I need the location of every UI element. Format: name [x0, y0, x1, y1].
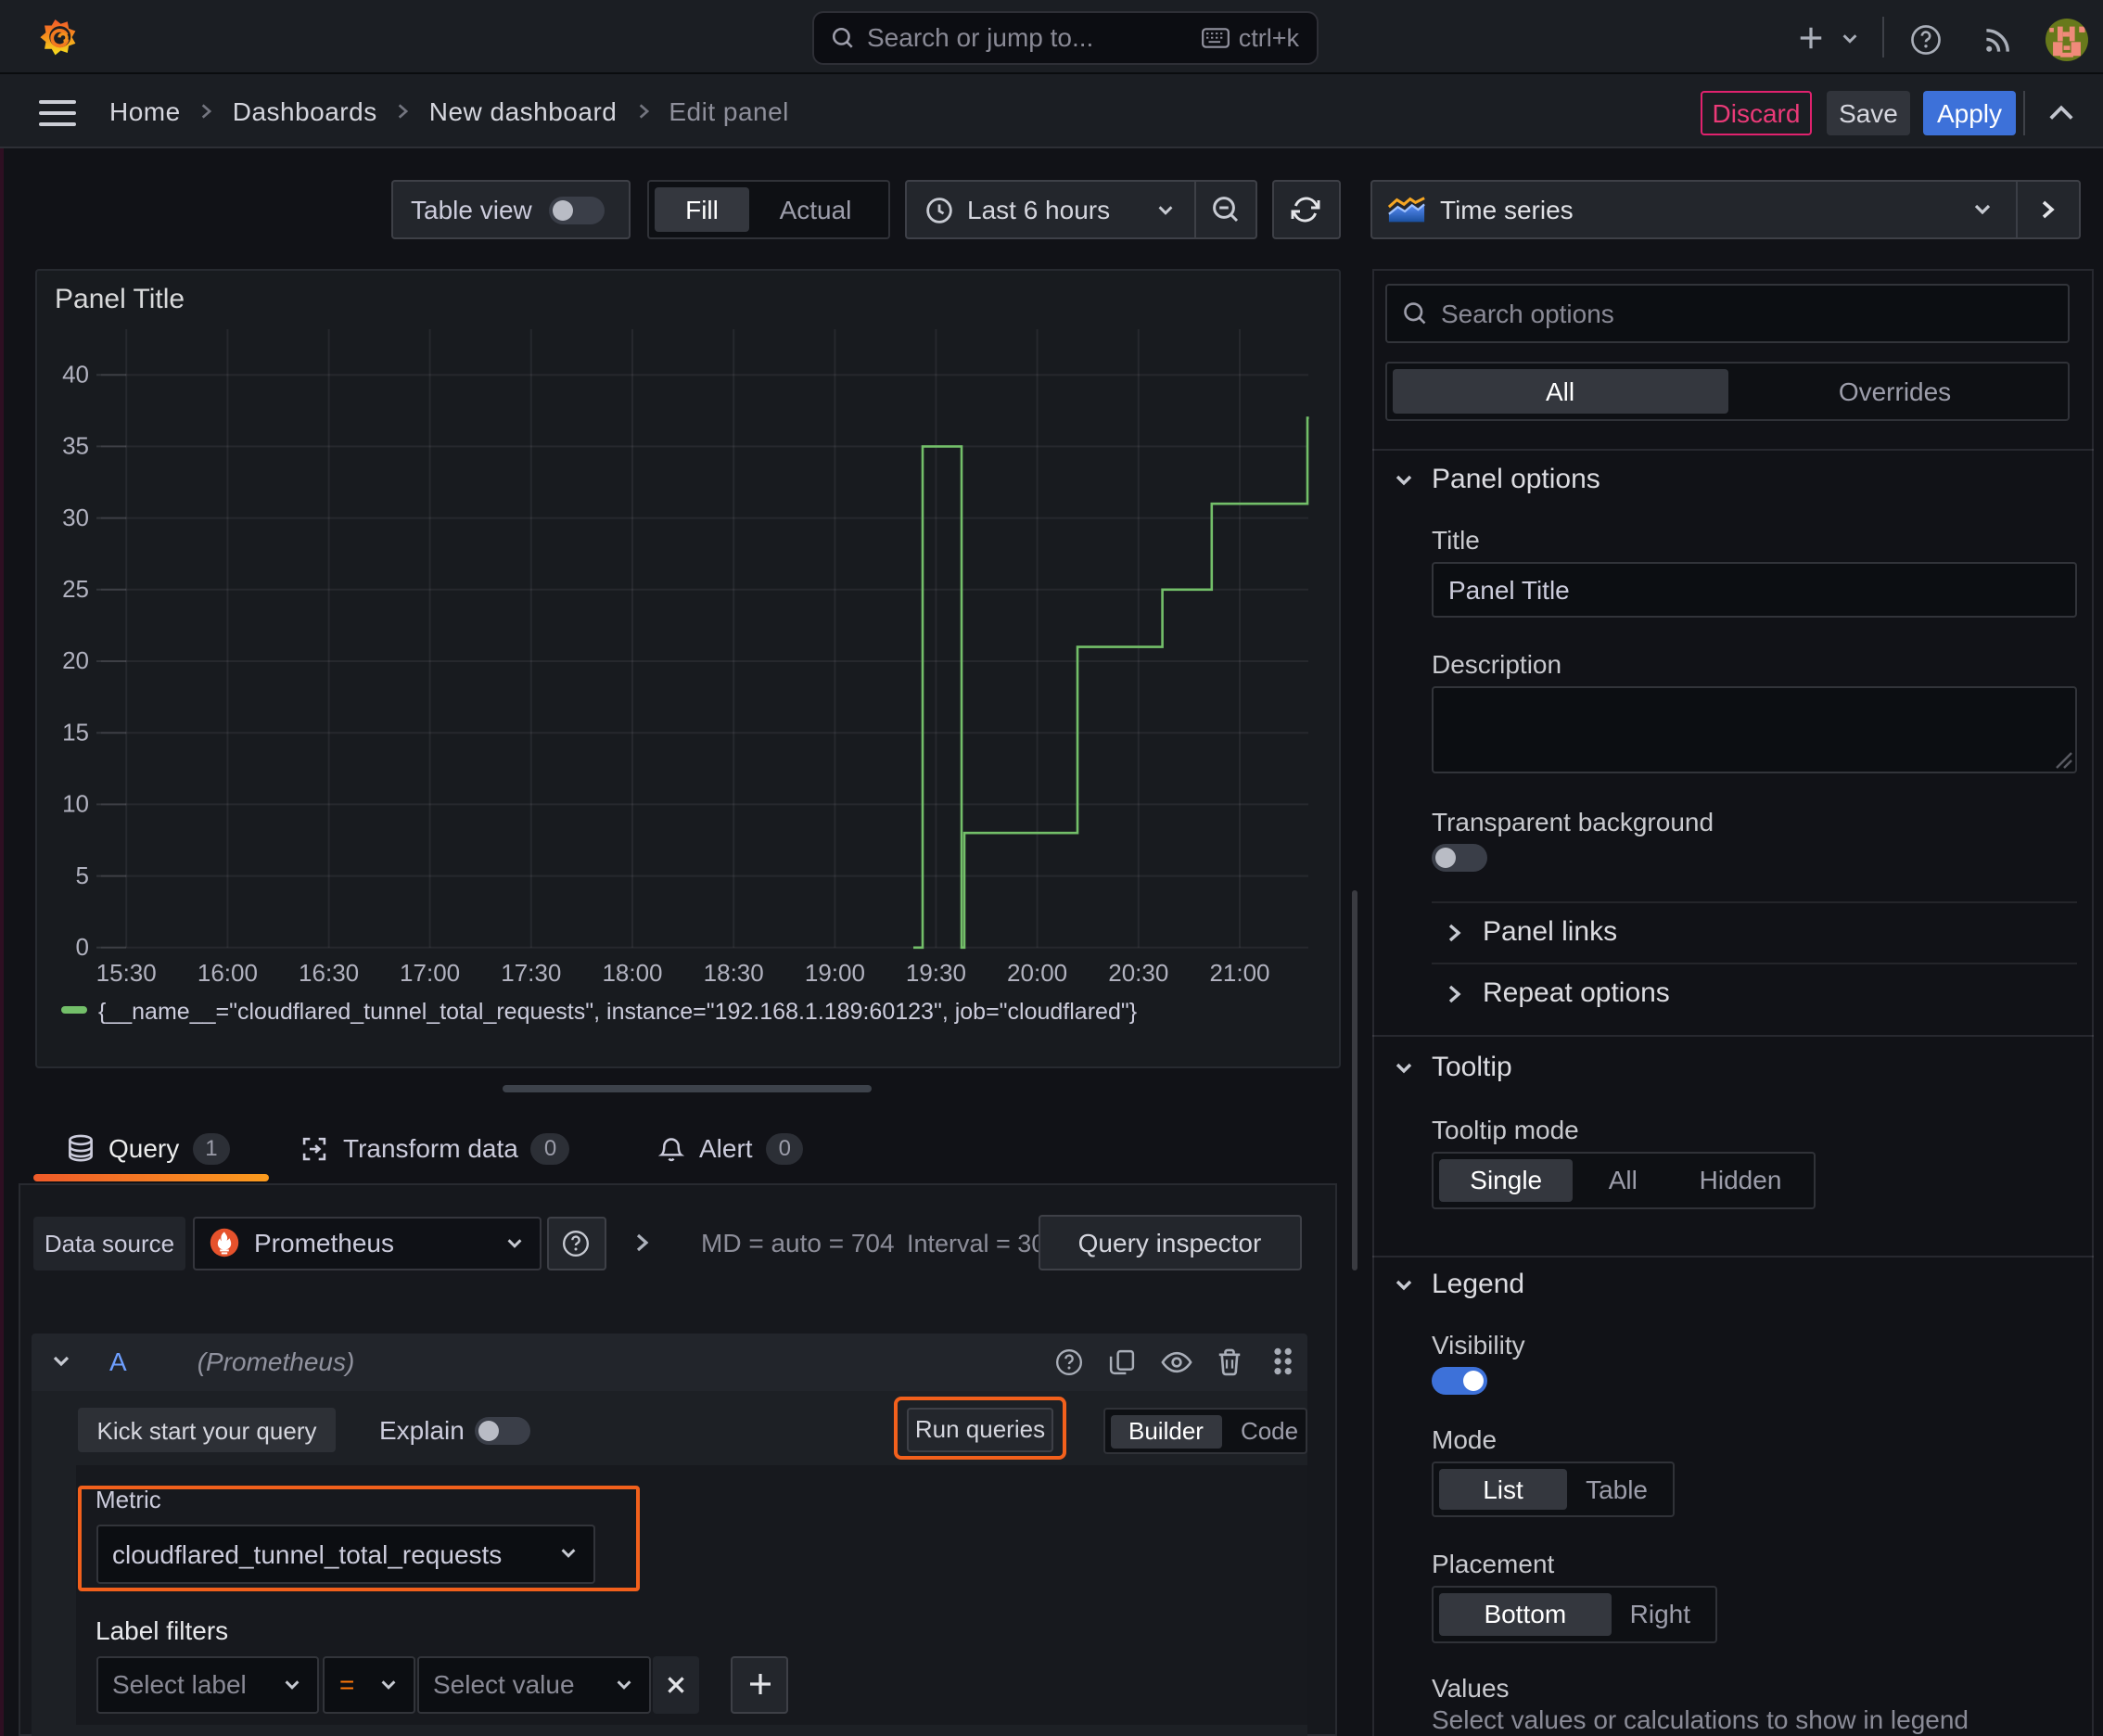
svg-text:20:00: 20:00 — [1006, 958, 1066, 986]
svg-text:17:30: 17:30 — [500, 958, 560, 986]
svg-text:16:00: 16:00 — [197, 958, 257, 986]
svg-text:0: 0 — [75, 932, 88, 960]
svg-text:20:30: 20:30 — [1107, 958, 1167, 986]
svg-text:5: 5 — [75, 861, 88, 888]
svg-text:16:30: 16:30 — [298, 958, 358, 986]
svg-text:15:30: 15:30 — [96, 958, 156, 986]
svg-text:40: 40 — [61, 359, 88, 387]
svg-text:{__name__="cloudflared_tunnel_: {__name__="cloudflared_tunnel_total_requ… — [97, 998, 1136, 1024]
svg-text:30: 30 — [61, 503, 88, 530]
svg-text:18:30: 18:30 — [703, 958, 763, 986]
svg-text:20: 20 — [61, 645, 88, 673]
svg-text:10: 10 — [61, 789, 88, 817]
svg-text:19:30: 19:30 — [905, 958, 965, 986]
svg-text:17:00: 17:00 — [399, 958, 459, 986]
svg-text:15: 15 — [61, 717, 88, 745]
svg-text:21:00: 21:00 — [1208, 958, 1268, 986]
svg-text:25: 25 — [61, 574, 88, 602]
svg-text:35: 35 — [61, 431, 88, 459]
svg-text:19:00: 19:00 — [804, 958, 864, 986]
svg-text:18:00: 18:00 — [601, 958, 661, 986]
